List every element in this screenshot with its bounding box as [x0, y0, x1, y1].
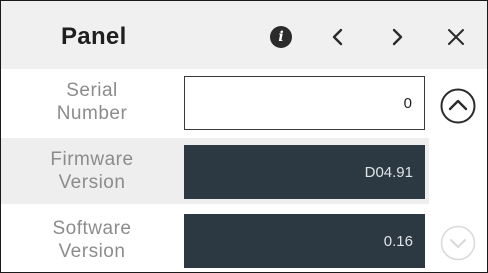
- scroll-up-button[interactable]: [439, 87, 477, 125]
- chevron-right-icon[interactable]: [383, 23, 411, 51]
- scroll-down-button[interactable]: [439, 224, 477, 262]
- info-icon[interactable]: i: [270, 26, 292, 48]
- field-label: Software Version: [52, 218, 132, 262]
- panel-window: Panel i Serial Number 0 Firmware Version…: [0, 0, 488, 273]
- field-row-software-version: Software Version 0.16: [1, 207, 429, 272]
- software-version-value: 0.16: [184, 214, 425, 268]
- firmware-version-value: D04.91: [184, 145, 425, 199]
- field-row-serial-number: Serial Number 0: [1, 69, 429, 135]
- field-label: Serial Number: [56, 80, 128, 124]
- field-list: Serial Number 0 Firmware Version D04.91 …: [1, 69, 487, 272]
- serial-number-input[interactable]: 0: [184, 76, 425, 130]
- panel-title: Panel: [61, 23, 127, 50]
- field-row-firmware-version: Firmware Version D04.91: [1, 138, 429, 204]
- chevron-left-icon[interactable]: [324, 23, 352, 51]
- field-label: Firmware Version: [50, 149, 134, 193]
- close-icon[interactable]: [442, 23, 470, 51]
- panel-header: Panel i: [1, 1, 487, 69]
